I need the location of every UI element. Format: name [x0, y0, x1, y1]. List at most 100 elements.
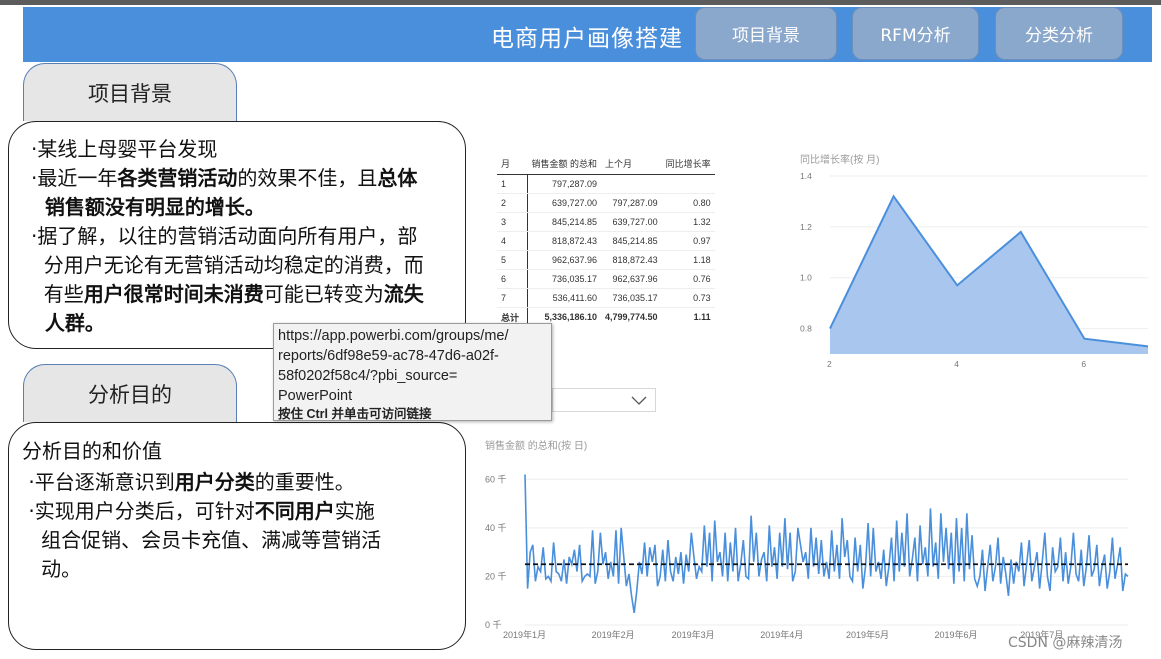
tooltip-ctrl-hint: 按住 Ctrl 并单击可访问链接 — [278, 407, 432, 421]
growth-rate-area-chart: 0.8 1.0 1.2 1.4 2 4 6 — [800, 171, 1149, 369]
body-text: 组合促销、会员卡充值、满减等营销活 — [22, 528, 382, 552]
table-cell: 0.73 — [661, 288, 715, 308]
table-cell: 2 — [497, 193, 528, 213]
chevron-down-icon — [631, 396, 647, 405]
nav-button-rfm[interactable]: RFM分析 — [852, 7, 979, 60]
daily-sales-series — [524, 474, 1129, 613]
monthly-sales-table: 月 销售金额 的总和 上个月 同比增长率 1 797,287.09 2 639,727… — [497, 152, 715, 326]
table-row: 4 818,872.43 845,214.85 0.97 — [497, 231, 715, 251]
goal-text-box: 分析目的和价值 ·平台逐渐意识到用户分类的重要性。 ·实现用户分类后，可针对不同… — [8, 422, 466, 650]
x-tick-label: 2019年6月 — [935, 629, 978, 640]
body-text: ·实现用户分类后，可针对 — [22, 499, 255, 523]
body-text: ·最近一年 — [31, 166, 118, 190]
x-tick-label: 2019年4月 — [760, 629, 803, 640]
y-tick-label: 1.2 — [800, 222, 812, 232]
x-tick-label: 2019年3月 — [672, 629, 715, 640]
x-tick-label: 2 — [827, 359, 832, 369]
paragraph-line: ·据了解，以往的营销活动面向所有用户，部 — [31, 222, 461, 251]
csdn-watermark: CSDN @麻辣清汤 — [1008, 635, 1123, 651]
table-cell: 4,799,774.50 — [605, 312, 658, 322]
table-cell — [661, 174, 715, 194]
body-text: 的效果不佳，且 — [237, 166, 378, 190]
goal-paragraph: ·平台逐渐意识到用户分类的重要性。 ·实现用户分类后，可针对不同用户实施 组合促… — [22, 468, 462, 584]
daily-sales-line-chart: 0 千 20 千 40 千 60 千 2019年1月 2019年2月 2019年3月 2019… — [485, 474, 1129, 640]
paragraph-line: 销售额没有明显的增长。 — [31, 193, 461, 222]
table-cell: 7 — [497, 288, 528, 308]
y-tick-label: 0.8 — [800, 324, 812, 334]
tooltip-url-line: https://app.powerbi.com/groups/me/ — [278, 328, 509, 344]
table-cell: 962,637.96 — [601, 269, 662, 289]
table-row: 5 962,637.96 818,872.43 1.18 — [497, 250, 715, 270]
emphasis-text: 用户分类 — [174, 470, 255, 494]
table-cell: 1.32 — [661, 212, 715, 232]
background-text-box: ·某线上母婴平台发现 ·最近一年各类营销活动的效果不佳，且总体 销售额没有明显的增… — [8, 121, 466, 349]
table-row: 2 639,727.00 797,287.09 0.80 — [497, 193, 715, 213]
body-text: 可能已转变为 — [263, 282, 384, 306]
tooltip-url-line: reports/6df98e59-ac78-47d6-a02f- — [278, 348, 499, 364]
body-text: 的重要性。 — [254, 470, 355, 494]
table-cell: 845,214.85 — [527, 212, 602, 232]
table-cell: 0.97 — [661, 231, 715, 251]
table-cell: 5 — [497, 250, 528, 270]
x-tick-label: 2019年1月 — [503, 629, 546, 640]
paragraph-line: ·平台逐渐意识到用户分类的重要性。 — [22, 468, 462, 497]
table-cell: 736,035.17 — [527, 269, 602, 289]
tooltip-url-line: 58f0202f58c4/?pbi_source= — [278, 368, 458, 384]
column-header[interactable]: 同比增长率 — [661, 152, 715, 175]
emphasis-text: 各类营销活动 — [117, 166, 238, 190]
y-tick-label: 1.0 — [800, 273, 812, 283]
x-tick-label: 6 — [1081, 359, 1086, 369]
growth-chart-title: 同比增长率(按 月) — [800, 155, 880, 166]
table-cell: 845,214.85 — [601, 231, 662, 251]
table-cell: 639,727.00 — [601, 212, 662, 232]
table-row: 3 845,214.85 639,727.00 1.32 — [497, 212, 715, 232]
table-cell: 818,872.43 — [601, 250, 662, 270]
y-tick-label: 20 千 — [485, 571, 507, 581]
emphasis-text: 不同用户 — [254, 499, 335, 523]
table-cell: 1.11 — [693, 312, 711, 322]
x-tick-label: 2019年2月 — [592, 629, 635, 640]
table-cell: 639,727.00 — [527, 193, 602, 213]
paragraph-line: 动。 — [22, 555, 462, 584]
emphasis-text: 销售额没有明显的增长。 — [31, 195, 265, 219]
table-cell: 0.76 — [661, 269, 715, 289]
body-text: 动。 — [22, 557, 82, 581]
page-title: 电商用户画像搭建 — [491, 26, 683, 52]
table-cell: 4 — [497, 231, 528, 251]
paragraph-line: 有些用户很常时间未消费可能已转变为流失 — [31, 280, 461, 309]
table-cell: 797,287.09 — [527, 174, 602, 194]
goal-heading: 分析目的和价值 — [22, 439, 162, 463]
table-cell: 1 — [497, 174, 528, 194]
tooltip-url-line: PowerPoint — [278, 388, 353, 404]
emphasis-text: 流失 — [383, 282, 424, 306]
paragraph-line: 分用户无论有无营销活动均稳定的消费，而 — [31, 251, 461, 280]
table-cell: 962,637.96 — [527, 250, 602, 270]
body-text: ·某线上母婴平台发现 — [31, 137, 218, 161]
nav-button-background[interactable]: 项目背景 — [695, 7, 837, 60]
table-row: 6 736,035.17 962,637.96 0.76 — [497, 269, 715, 289]
paragraph-line: ·最近一年各类营销活动的效果不佳，且总体 — [31, 164, 461, 193]
filter-dropdown[interactable] — [552, 388, 656, 412]
table-header-row: 月 销售金额 的总和 上个月 同比增长率 — [497, 152, 715, 175]
x-tick-label: 4 — [954, 359, 959, 369]
y-tick-label: 0 千 — [485, 620, 502, 630]
table-cell: 797,287.09 — [601, 193, 662, 213]
table-cell: 818,872.43 — [527, 231, 602, 251]
column-header[interactable]: 销售金额 的总和 — [527, 152, 602, 175]
column-header[interactable]: 月 — [497, 152, 528, 175]
tab-analysis-goal: 分析目的 — [23, 364, 237, 422]
body-text: ·平台逐渐意识到 — [22, 470, 175, 494]
table-row: 1 797,287.09 — [497, 174, 715, 194]
y-tick-label: 60 千 — [485, 474, 507, 484]
window-top-border — [0, 0, 1161, 5]
paragraph-line: 组合促销、会员卡充值、满减等营销活 — [22, 526, 462, 555]
emphasis-text: 人群。 — [31, 311, 105, 335]
column-header[interactable]: 上个月 — [601, 152, 662, 175]
table-cell — [601, 174, 662, 194]
table-cell: 1.18 — [661, 250, 715, 270]
body-text: ·据了解，以往的营销活动面向所有用户，部 — [31, 224, 418, 248]
emphasis-text: 总体 — [377, 166, 418, 190]
link-tooltip: https://app.powerbi.com/groups/me/ repor… — [273, 323, 552, 421]
nav-button-classification[interactable]: 分类分析 — [995, 7, 1123, 60]
table-cell: 3 — [497, 212, 528, 232]
